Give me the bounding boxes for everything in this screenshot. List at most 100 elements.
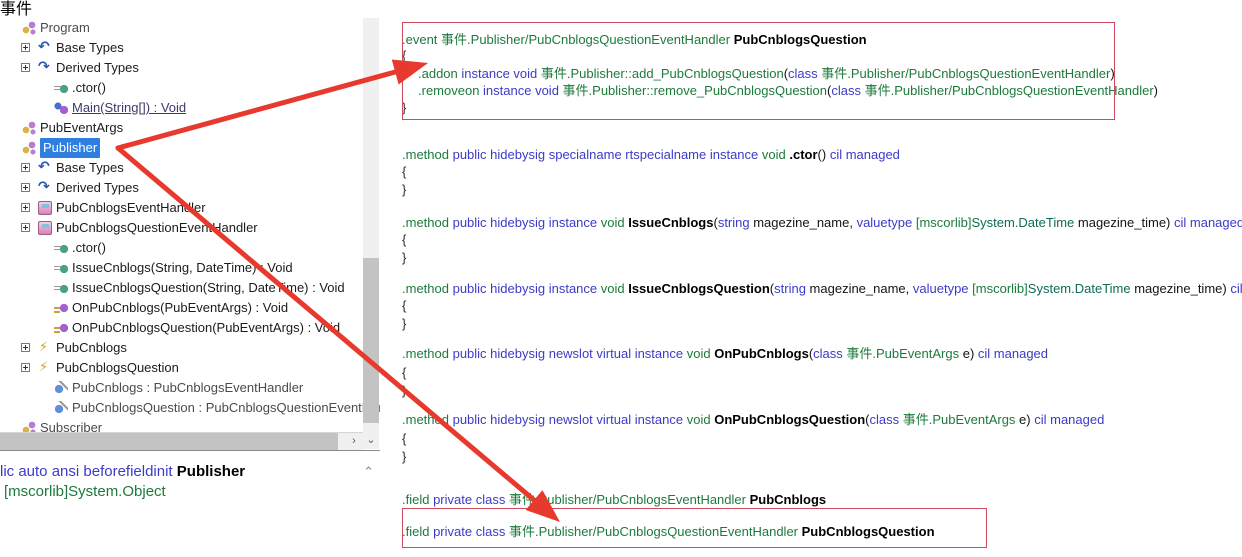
il-token: IssueCnblogs	[628, 215, 714, 230]
il-token: PubCnblogsQuestion	[801, 524, 935, 539]
tree-item[interactable]: IssueCnblogsQuestion(String, DateTime) :…	[0, 278, 380, 298]
expand-icon[interactable]	[21, 163, 30, 172]
class-icon	[22, 21, 36, 35]
tree-item-label: Program	[40, 20, 90, 35]
tree-item[interactable]: Base Types	[0, 38, 380, 58]
tree-item[interactable]: Derived Types	[0, 58, 380, 78]
il-token: valuetype	[912, 281, 973, 296]
il-code-line: {	[402, 365, 406, 380]
il-token: magezine_time)	[1130, 281, 1231, 296]
virtual-method-icon	[54, 321, 68, 335]
il-token: [mscorlib]	[915, 215, 972, 230]
derived-types-icon	[38, 179, 52, 195]
expand-icon[interactable]	[21, 43, 30, 52]
il-code-line: .method public hidebysig instance void I…	[402, 215, 1242, 230]
method-icon	[54, 81, 68, 95]
tree-item[interactable]: PubCnblogsQuestion : PubCnblogsQuestionE…	[0, 398, 380, 418]
il-code-line: {	[402, 431, 406, 446]
il-code-line: .addon instance void 事件.Publisher::add_P…	[418, 66, 1115, 81]
tree-horizontal-scrollbar-thumb[interactable]	[0, 433, 338, 450]
il-code-line: }	[402, 182, 406, 197]
tree-item-label: OnPubCnblogs(PubEventArgs) : Void	[72, 300, 289, 315]
tree-item[interactable]: Main(String[]) : Void	[0, 98, 380, 118]
derived-types-icon	[38, 59, 52, 75]
il-token: OnPubCnblogs	[714, 346, 809, 361]
tree-item[interactable]: PubCnblogsEventHandler	[0, 198, 380, 218]
il-token: class	[869, 412, 903, 427]
tree-item[interactable]: PubCnblogs	[0, 338, 380, 358]
il-token: 事件.Publisher/PubCnblogsQuestionEventHand…	[508, 524, 802, 539]
tree-horizontal-scrollbar[interactable]: ›	[0, 432, 363, 450]
il-code-panel[interactable]: .event 事件.Publisher/PubCnblogsQuestionEv…	[390, 0, 1242, 557]
scroll-right-icon[interactable]: ›	[345, 433, 363, 450]
tree-item-label: Base Types	[56, 160, 124, 175]
tree-item[interactable]: Publisher	[0, 138, 380, 158]
il-code-line: }	[402, 100, 406, 115]
il-code-line: .field private class 事件.Publisher/PubCnb…	[402, 492, 826, 507]
il-code-line: }	[402, 250, 406, 265]
tree-vertical-scrollbar[interactable]: ⌄	[363, 18, 379, 449]
expand-icon[interactable]	[21, 223, 30, 232]
il-code-line: {	[402, 232, 406, 247]
assembly-tree-panel: 事件 Program Base Types Derived Types .ctor()…	[0, 0, 380, 470]
tree-item-label: PubCnblogsEventHandler	[56, 200, 206, 215]
expand-icon[interactable]	[21, 63, 30, 72]
il-token: .method	[402, 281, 453, 296]
tree-item[interactable]: .ctor()	[0, 78, 380, 98]
tree-item[interactable]: PubCnblogs : PubCnblogsEventHandler	[0, 378, 380, 398]
tree-item[interactable]: OnPubCnblogsQuestion(PubEventArgs) : Voi…	[0, 318, 380, 338]
tree-rows[interactable]: Program Base Types Derived Types .ctor() Mai…	[0, 18, 380, 438]
detail-signature-type: Publisher	[176, 463, 246, 480]
il-token: .ctor	[789, 147, 818, 162]
tree-item[interactable]: OnPubCnblogs(PubEventArgs) : Void	[0, 298, 380, 318]
il-code-line: {	[402, 298, 406, 313]
il-token: void	[686, 412, 715, 427]
il-token: .removeon	[418, 83, 484, 98]
il-token: void	[600, 215, 629, 230]
tree-item[interactable]: Program	[0, 18, 380, 38]
class-icon	[22, 121, 36, 135]
tree-item[interactable]: Derived Types	[0, 178, 380, 198]
il-token: ()	[817, 147, 830, 162]
tree-item[interactable]: .ctor()	[0, 238, 380, 258]
il-token: .addon	[418, 66, 462, 81]
field-icon	[54, 381, 68, 395]
il-token: [mscorlib]	[972, 281, 1028, 296]
expand-icon[interactable]	[21, 343, 30, 352]
tree-item[interactable]: Base Types	[0, 158, 380, 178]
tree-item-label: PubCnblogsQuestionEventHandler	[56, 220, 258, 235]
tree-title: 事件	[0, 1, 33, 18]
event-icon	[38, 360, 52, 375]
expand-icon[interactable]	[21, 363, 30, 372]
il-token: void	[686, 346, 715, 361]
il-token: PubCnblogs	[749, 492, 827, 507]
scroll-down-icon[interactable]: ⌄	[363, 432, 379, 449]
il-code-line: .method public hidebysig specialname rts…	[402, 147, 900, 162]
il-token: .event	[402, 32, 442, 47]
tree-item[interactable]: PubCnblogsQuestion	[0, 358, 380, 378]
il-token: valuetype	[856, 215, 916, 230]
tree-vertical-scrollbar-thumb[interactable]	[363, 258, 379, 423]
il-code-line: .event 事件.Publisher/PubCnblogsQuestionEv…	[402, 32, 867, 47]
il-token: 事件.Publisher/PubCnblogsQuestionEventHand…	[821, 66, 1111, 81]
expand-icon[interactable]	[21, 183, 30, 192]
tree-item[interactable]: IssueCnblogs(String, DateTime) : Void	[0, 258, 380, 278]
il-token: public hidebysig specialname rtspecialna…	[452, 147, 762, 162]
tree-item[interactable]: PubEventArgs	[0, 118, 380, 138]
il-token: )	[1110, 66, 1115, 81]
il-token: {	[402, 431, 407, 446]
il-token: void	[761, 147, 790, 162]
il-code-line: .method public hidebysig newslot virtual…	[402, 346, 1048, 361]
tree-scroll-host[interactable]: Program Base Types Derived Types .ctor() Mai…	[0, 18, 380, 451]
virtual-method-icon	[54, 301, 68, 315]
scroll-up-icon[interactable]: ⌃	[363, 464, 374, 480]
il-token: public hidebysig instance	[452, 215, 601, 230]
il-token: class	[788, 66, 822, 81]
il-code-line: {	[402, 164, 406, 179]
il-token: OnPubCnblogsQuestion	[714, 412, 866, 427]
il-token: cil managed	[1034, 412, 1105, 427]
tree-item-label: .ctor()	[72, 240, 106, 255]
tree-item[interactable]: PubCnblogsQuestionEventHandler	[0, 218, 380, 238]
method-icon	[54, 241, 68, 255]
expand-icon[interactable]	[21, 203, 30, 212]
